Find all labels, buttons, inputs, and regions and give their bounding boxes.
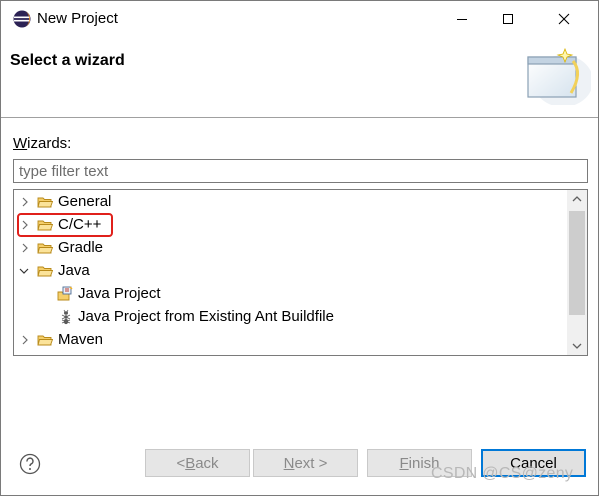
tree-item-label: Java Project from Existing Ant Buildfile: [78, 308, 334, 325]
filter-input[interactable]: [13, 159, 588, 183]
banner-title: Select a wizard: [10, 52, 125, 69]
ant-icon: [61, 309, 71, 325]
folder-icon: [37, 335, 53, 346]
wizards-label: Wizards:: [13, 135, 72, 152]
next-button[interactable]: Next >: [253, 449, 358, 477]
new-project-dialog: New Project Select a wizard Wizards: typ…: [0, 0, 599, 496]
tree-item-general[interactable]: General: [14, 190, 568, 213]
java-project-icon: [57, 286, 73, 301]
chevron-right-icon[interactable]: [19, 196, 31, 208]
tree-item-gradle[interactable]: Gradle: [14, 236, 568, 259]
tree-item-label: Maven: [58, 331, 104, 348]
chevron-right-icon[interactable]: [19, 334, 31, 346]
chevron-down-icon: [572, 343, 582, 349]
chevron-right-icon[interactable]: [19, 242, 31, 254]
close-icon: [558, 13, 570, 25]
new-wizard-banner-icon: [527, 47, 591, 105]
wizard-banner: Select a wizard: [1, 37, 598, 117]
tree-item-label: General: [58, 193, 112, 210]
chevron-down-icon[interactable]: [18, 265, 30, 277]
vertical-scrollbar[interactable]: [567, 190, 587, 355]
scrollbar-thumb[interactable]: [569, 211, 585, 315]
minimize-button[interactable]: [439, 1, 485, 37]
tree-item-label: Java Project: [78, 285, 161, 302]
scroll-up-button[interactable]: [567, 190, 587, 208]
window-title: New Project: [37, 10, 118, 27]
tree-item-label: Java: [58, 262, 90, 279]
tree-item-java[interactable]: Java: [14, 259, 568, 282]
eclipse-icon: [13, 10, 31, 28]
watermark: CSDN @CS@zeny: [431, 465, 574, 482]
title-bar[interactable]: New Project: [1, 1, 598, 37]
chevron-up-icon: [572, 196, 582, 202]
tree-item-label: Gradle: [58, 239, 104, 256]
close-button[interactable]: [541, 1, 587, 37]
maximize-button[interactable]: [485, 1, 531, 37]
tree-item-java-project[interactable]: Java Project: [14, 282, 568, 305]
tree-item-java-project-ant[interactable]: Java Project from Existing Ant Buildfile: [14, 305, 568, 328]
folder-icon: [37, 197, 53, 208]
folder-icon: [37, 266, 53, 277]
help-icon[interactable]: [19, 453, 41, 475]
maximize-icon: [503, 14, 513, 24]
folder-icon: [37, 243, 53, 254]
highlight-box: [17, 213, 113, 237]
back-button[interactable]: < Back: [145, 449, 250, 477]
scroll-down-button[interactable]: [567, 337, 587, 355]
tree-item-maven[interactable]: Maven: [14, 328, 568, 351]
minimize-icon: [457, 19, 467, 20]
